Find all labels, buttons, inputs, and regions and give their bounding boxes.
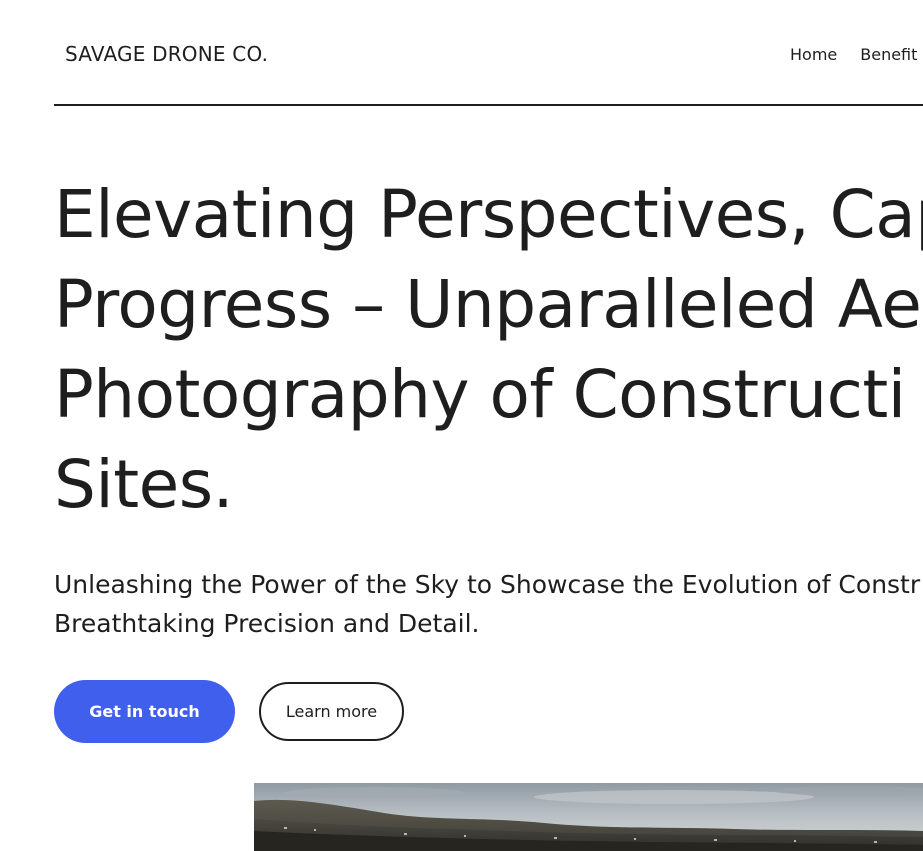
page: SAVAGE DRONE CO. Home Benefit Elevating … bbox=[0, 0, 923, 851]
hero-title-line: Elevating Perspectives, Cap bbox=[54, 176, 923, 253]
hero-title-line: Progress – Unparalleled Ae bbox=[54, 266, 922, 343]
hero-title-line: Photography of Constructi bbox=[54, 356, 906, 433]
landscape-photo bbox=[254, 783, 923, 851]
get-in-touch-button[interactable]: Get in touch bbox=[54, 680, 235, 743]
learn-more-button[interactable]: Learn more bbox=[259, 682, 404, 741]
hero-title-line: Sites. bbox=[54, 446, 234, 523]
hero-subtitle-line: Unleashing the Power of the Sky to Showc… bbox=[54, 570, 921, 599]
hero-subtitle: Unleashing the Power of the Sky to Showc… bbox=[54, 565, 920, 643]
hero-landscape-image bbox=[254, 783, 923, 851]
brand-logo-text[interactable]: SAVAGE DRONE CO. bbox=[65, 42, 268, 66]
nav-link-home[interactable]: Home bbox=[790, 45, 837, 64]
main-nav: Home Benefit bbox=[790, 45, 917, 64]
hero-subtitle-line: Breathtaking Precision and Detail. bbox=[54, 609, 480, 638]
nav-link-benefits[interactable]: Benefit bbox=[860, 45, 917, 64]
header-divider bbox=[54, 104, 923, 106]
hero-title: Elevating Perspectives, Cap Progress – U… bbox=[54, 170, 923, 530]
